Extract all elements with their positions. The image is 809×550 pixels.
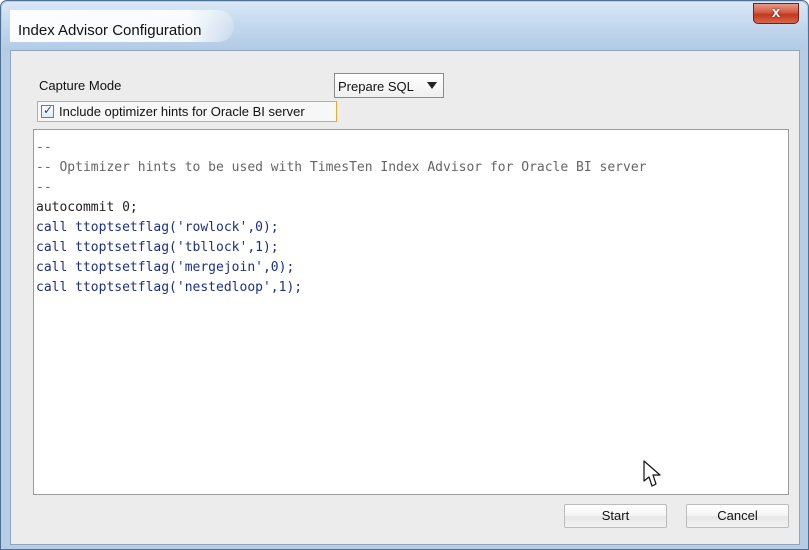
capture-mode-value: Prepare SQL <box>338 79 414 94</box>
code-line-2: -- Optimizer hints to be used with Times… <box>36 160 647 175</box>
code-line-4: autocommit 0; <box>36 200 138 215</box>
check-icon: ✓ <box>43 103 54 117</box>
capture-mode-select[interactable]: Prepare SQL <box>334 73 444 98</box>
dialog-footer: Start Cancel <box>11 501 799 544</box>
dialog-content: Capture Mode Prepare SQL ✓ Include optim… <box>10 50 800 545</box>
index-advisor-dialog: Index Advisor Configuration x Capture Mo… <box>0 0 809 550</box>
title-bar[interactable]: Index Advisor Configuration x <box>2 2 807 50</box>
code-line-8: call ttoptsetflag('nestedloop',1); <box>36 280 303 295</box>
optimizer-hints-label: Include optimizer hints for Oracle BI se… <box>59 104 305 119</box>
code-line-3: -- <box>36 180 52 195</box>
code-line-5: call ttoptsetflag('rowlock',0); <box>36 220 279 235</box>
chevron-down-icon <box>427 82 437 89</box>
close-button[interactable]: x <box>753 3 799 24</box>
code-line-6: call ttoptsetflag('tbllock',1); <box>36 240 279 255</box>
code-line-7: call ttoptsetflag('mergejoin',0); <box>36 260 295 275</box>
dialog-title: Index Advisor Configuration <box>18 22 202 39</box>
cancel-button[interactable]: Cancel <box>686 504 789 528</box>
capture-mode-label: Capture Mode <box>39 78 122 93</box>
sql-editor[interactable]: -- -- Optimizer hints to be used with Ti… <box>33 129 789 495</box>
start-button[interactable]: Start <box>564 504 667 528</box>
close-icon: x <box>771 4 781 21</box>
code-line-1: -- <box>36 140 52 155</box>
mouse-pointer-icon <box>643 460 661 487</box>
optimizer-hints-checkbox-row[interactable]: ✓ Include optimizer hints for Oracle BI … <box>37 101 337 122</box>
sql-code: -- -- Optimizer hints to be used with Ti… <box>36 138 646 298</box>
optimizer-hints-checkbox[interactable]: ✓ <box>41 103 54 118</box>
